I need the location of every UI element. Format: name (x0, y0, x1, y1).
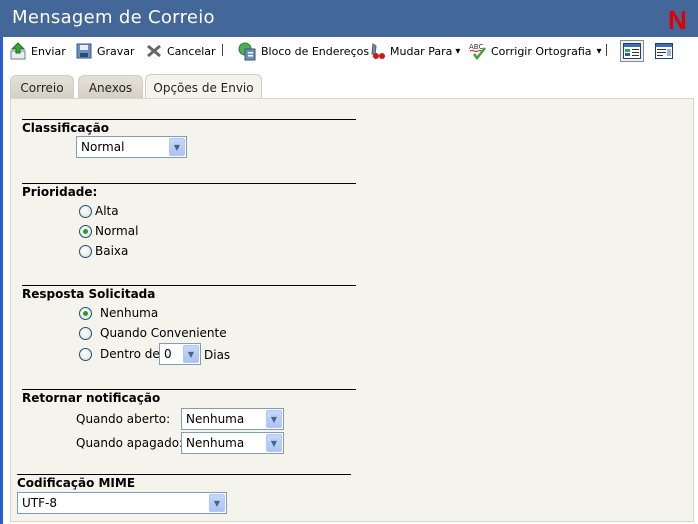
reply-title: Resposta Solicitada (22, 287, 156, 301)
save-button[interactable]: Gravar (75, 40, 135, 62)
reply-days-select[interactable]: 0 ▼ (159, 343, 201, 365)
reply-dentro-label: Dentro de (100, 347, 160, 361)
priority-option-alta[interactable]: Alta (79, 204, 119, 218)
priority-option-normal[interactable]: Normal (79, 224, 138, 238)
window-title: Mensagem de Correio (12, 7, 215, 28)
radio-button[interactable] (79, 347, 92, 361)
address-book-icon (238, 42, 256, 61)
reply-conveniente-label: Quando Conveniente (100, 326, 227, 340)
chevron-down-icon: ▼ (266, 410, 282, 428)
send-label: Enviar (31, 44, 66, 58)
mime-value: UTF-8 (22, 496, 57, 510)
tab-opcoes-de-envio[interactable]: Opções de Envio (145, 74, 262, 100)
classification-title: Classificação (22, 121, 109, 135)
svg-text:ABC: ABC (469, 43, 483, 51)
save-label: Gravar (97, 44, 135, 58)
layout-icon-2 (655, 43, 673, 59)
novell-logo-icon: N (668, 5, 687, 35)
mime-title: Codificação MIME (17, 476, 136, 490)
notification-deleted-value: Nenhuma (186, 436, 245, 450)
chevron-down-icon: ▼ (209, 494, 225, 512)
send-options-panel: Classificação Normal ▼ Prioridade: Alta … (10, 98, 694, 522)
address-book-label: Bloco de Endereços (261, 44, 370, 58)
switch-to-label: Mudar Para (390, 44, 453, 58)
toolbar: Enviar Gravar Cancelar Bloco de Endereço… (3, 37, 698, 64)
switch-to-dropdown-icon: ▾ (455, 45, 461, 57)
notification-deleted-label: Quando apagado: (76, 436, 184, 450)
radio-button[interactable] (79, 326, 92, 340)
address-book-button[interactable]: Bloco de Endereços (237, 40, 369, 62)
radio-button[interactable] (79, 204, 92, 218)
spellcheck-button[interactable]: ABC Corrigir Ortografia ▾ (469, 40, 602, 62)
cancel-button[interactable]: Cancelar (145, 40, 216, 62)
priority-alta-label: Alta (95, 204, 119, 218)
tab-anexos[interactable]: Anexos (78, 75, 143, 99)
reply-option-quando-conveniente[interactable]: Quando Conveniente (79, 326, 227, 340)
spellcheck-label: Corrigir Ortografia (491, 44, 592, 58)
window-left-border (0, 0, 3, 524)
reply-option-nenhuma[interactable]: Nenhuma (79, 306, 158, 320)
send-button[interactable]: Enviar (9, 40, 66, 62)
cancel-label: Cancelar (167, 44, 216, 58)
priority-title: Prioridade: (22, 185, 98, 199)
close-x-icon (147, 44, 161, 58)
section-divider (22, 285, 356, 286)
notification-opened-label: Quando aberto: (76, 412, 171, 426)
toolbar-separator (606, 44, 607, 56)
priority-baixa-label: Baixa (95, 244, 129, 258)
notification-opened-value: Nenhuma (186, 412, 245, 426)
chevron-down-icon: ▼ (183, 345, 199, 363)
title-bar: Mensagem de Correio N (0, 0, 698, 37)
layout-icon-1 (623, 43, 641, 59)
send-icon (10, 42, 26, 60)
reply-nenhuma-label: Nenhuma (100, 306, 159, 320)
chevron-down-icon: ▼ (266, 434, 282, 452)
switch-to-button[interactable]: Mudar Para ▾ (368, 40, 460, 62)
floppy-disk-icon (76, 43, 92, 59)
section-divider (22, 119, 356, 120)
reply-option-dentro-de[interactable]: Dentro de (79, 347, 160, 361)
layout-view-button-2[interactable] (652, 40, 676, 62)
radio-button[interactable] (79, 244, 92, 258)
mime-encoding-select[interactable]: UTF-8 ▼ (17, 492, 227, 514)
spellcheck-dropdown-icon: ▾ (596, 45, 602, 57)
section-divider (17, 474, 351, 475)
reply-days-label: Dias (204, 348, 231, 362)
switch-icon (371, 43, 385, 59)
toolbar-separator (222, 44, 223, 56)
notification-opened-select[interactable]: Nenhuma ▼ (181, 408, 284, 430)
chevron-down-icon: ▼ (169, 138, 185, 156)
reply-days-value: 0 (164, 347, 172, 361)
spellcheck-icon: ABC (469, 43, 486, 60)
notification-deleted-select[interactable]: Nenhuma ▼ (181, 432, 284, 454)
section-divider (22, 389, 356, 390)
section-divider (22, 183, 356, 184)
radio-button-checked[interactable] (79, 224, 92, 238)
radio-button-checked[interactable] (79, 306, 92, 320)
classification-select[interactable]: Normal ▼ (76, 136, 187, 158)
priority-option-baixa[interactable]: Baixa (79, 244, 128, 258)
classification-value: Normal (81, 140, 125, 154)
notification-title: Retornar notificação (22, 391, 161, 405)
tab-correio[interactable]: Correio (10, 75, 74, 99)
layout-view-button-1[interactable] (620, 40, 644, 62)
priority-normal-label: Normal (95, 224, 139, 238)
